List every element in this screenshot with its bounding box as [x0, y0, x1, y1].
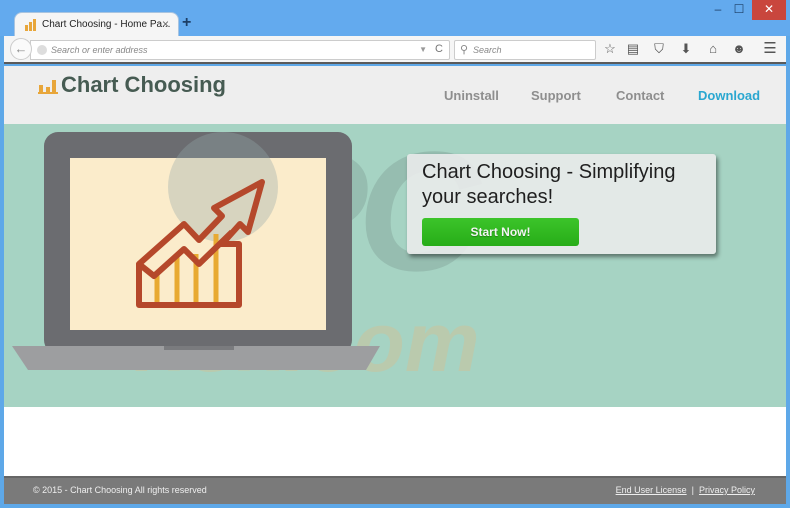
web-page: Chart Choosing Uninstall Support Contact… [4, 66, 786, 504]
site-footer: © 2015 - Chart Choosing All rights reser… [4, 476, 786, 504]
privacy-policy-link[interactable]: Privacy Policy [699, 485, 755, 495]
search-input[interactable]: ⚲ Search [454, 40, 596, 60]
bookmark-star-icon[interactable]: ☆ [602, 41, 618, 57]
site-logo[interactable]: Chart Choosing [38, 72, 226, 98]
tab-close-icon[interactable]: × [162, 17, 169, 31]
reading-list-icon[interactable]: ▤ [625, 41, 641, 57]
address-bar[interactable]: Search or enter address ▼ C [30, 40, 450, 60]
hero-headline: Chart Choosing - Simplifying your search… [422, 161, 676, 208]
footer-separator: | [691, 485, 694, 495]
copyright-text: © 2015 - Chart Choosing All rights reser… [33, 485, 207, 495]
navigation-toolbar: Search or enter address ▼ C ← ⚲ Search ☆… [4, 36, 786, 64]
nav-uninstall[interactable]: Uninstall [444, 88, 499, 103]
site-identity-icon[interactable] [37, 45, 47, 55]
download-icon[interactable]: ⬇ [678, 41, 694, 57]
pocket-icon[interactable]: ⛉ [651, 41, 667, 57]
laptop-chart-illustration [12, 132, 380, 370]
back-button[interactable]: ← [10, 38, 32, 60]
tab-title: Chart Choosing - Home Pa... [42, 19, 171, 30]
end-user-license-link[interactable]: End User License [616, 485, 687, 495]
nav-contact[interactable]: Contact [616, 88, 664, 103]
home-icon[interactable]: ⌂ [705, 41, 721, 57]
logo-text: Chart Choosing [61, 72, 226, 97]
chart-favicon-icon [25, 19, 37, 31]
maximize-button[interactable]: ☐ [729, 0, 749, 20]
minimize-button[interactable]: – [708, 0, 728, 20]
history-dropdown-icon[interactable]: ▼ [419, 45, 427, 54]
site-header: Chart Choosing Uninstall Support Contact… [4, 66, 786, 124]
nav-download[interactable]: Download [698, 88, 760, 103]
bar-chart-logo-icon [38, 76, 58, 94]
close-window-button[interactable]: ✕ [752, 0, 786, 20]
menu-icon[interactable]: ☰ [762, 41, 778, 57]
browser-tab[interactable]: Chart Choosing - Home Pa... × [14, 12, 179, 38]
window-titlebar: Chart Choosing - Home Pa... × + – ☐ ✕ [0, 0, 790, 38]
search-icon: ⚲ [460, 44, 469, 56]
search-placeholder: Search [473, 45, 502, 55]
chat-icon[interactable]: ☻ [731, 41, 747, 57]
start-now-button[interactable]: Start Now! [422, 218, 579, 246]
new-tab-button[interactable]: + [182, 14, 191, 32]
footer-links: End User License | Privacy Policy [616, 485, 755, 495]
address-placeholder: Search or enter address [51, 45, 148, 55]
nav-support[interactable]: Support [531, 88, 581, 103]
hero-section: PC risk.com Chart Choosing - Simplifying… [4, 124, 786, 407]
laptop-hinge [164, 346, 234, 350]
hero-card: Chart Choosing - Simplifying your search… [407, 154, 716, 254]
reload-icon[interactable]: C [435, 43, 443, 55]
